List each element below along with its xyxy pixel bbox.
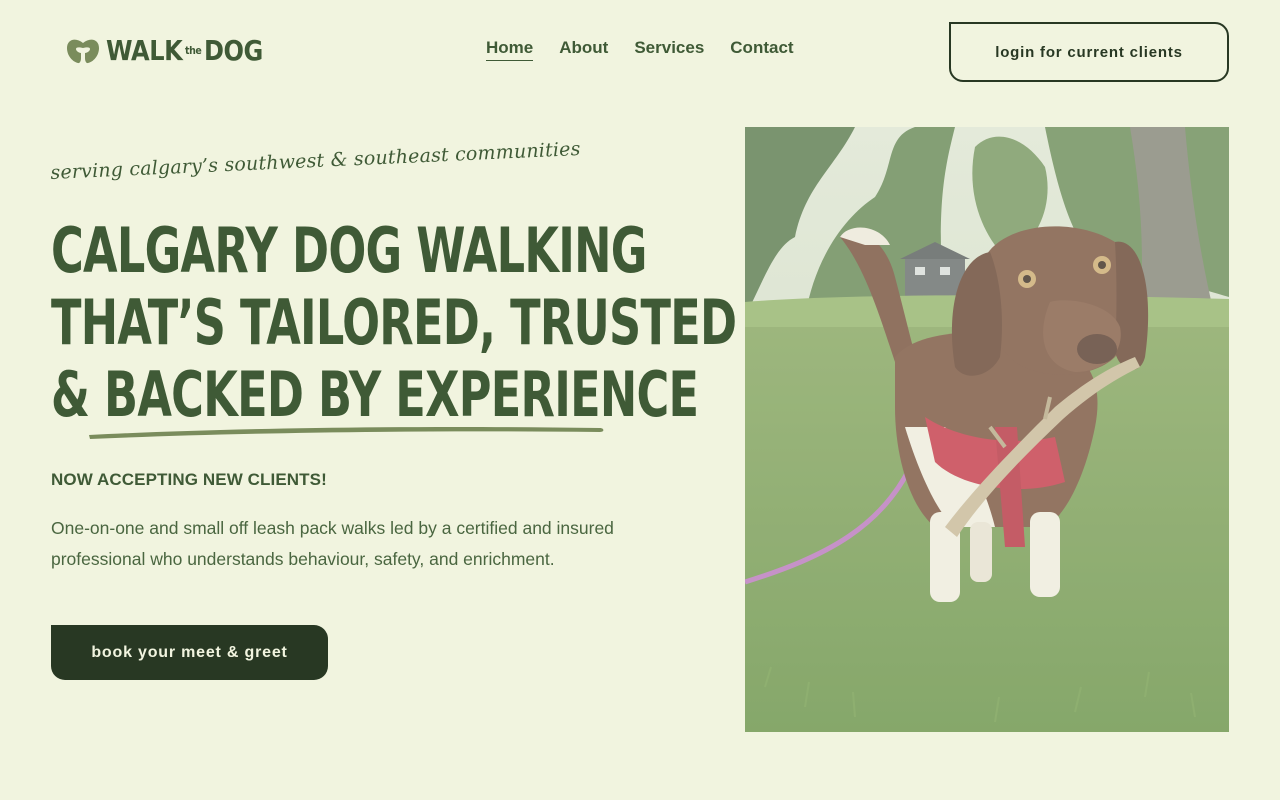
hero-headline: CALGARY DOG WALKING THAT’S TAILORED, TRU… (51, 214, 737, 431)
brand-logo[interactable]: WALK the DOG (66, 34, 288, 68)
hero-tagline: serving calgary’s southwest & southeast … (50, 137, 582, 184)
brand-word-walk: WALK (106, 34, 183, 67)
nav-item-about[interactable]: About (559, 38, 608, 61)
headline-line-1: CALGARY DOG WALKING (51, 214, 647, 287)
headline-line-2: THAT’S TAILORED, TRUSTED (51, 286, 737, 359)
headline-underline-swoosh (89, 426, 604, 439)
hero-dog-photo (745, 127, 1229, 732)
book-meet-greet-button[interactable]: book your meet & greet (51, 625, 328, 680)
login-button[interactable]: login for current clients (949, 22, 1229, 82)
brand-word-dog: DOG (203, 34, 263, 67)
photo-overlay (745, 127, 1229, 732)
accepting-clients-notice: NOW ACCEPTING NEW CLIENTS! (51, 470, 327, 489)
dog-nose-icon (67, 39, 99, 64)
nav-item-home[interactable]: Home (486, 38, 534, 61)
nav-item-contact[interactable]: Contact (730, 38, 793, 61)
hero-description: One-on-one and small off leash pack walk… (51, 518, 614, 569)
nav-item-services[interactable]: Services (634, 38, 704, 61)
main-nav: Home About Services Contact (486, 38, 794, 61)
brand-word-the: the (184, 44, 202, 57)
brand-wordmark: WALK the DOG (106, 37, 263, 65)
